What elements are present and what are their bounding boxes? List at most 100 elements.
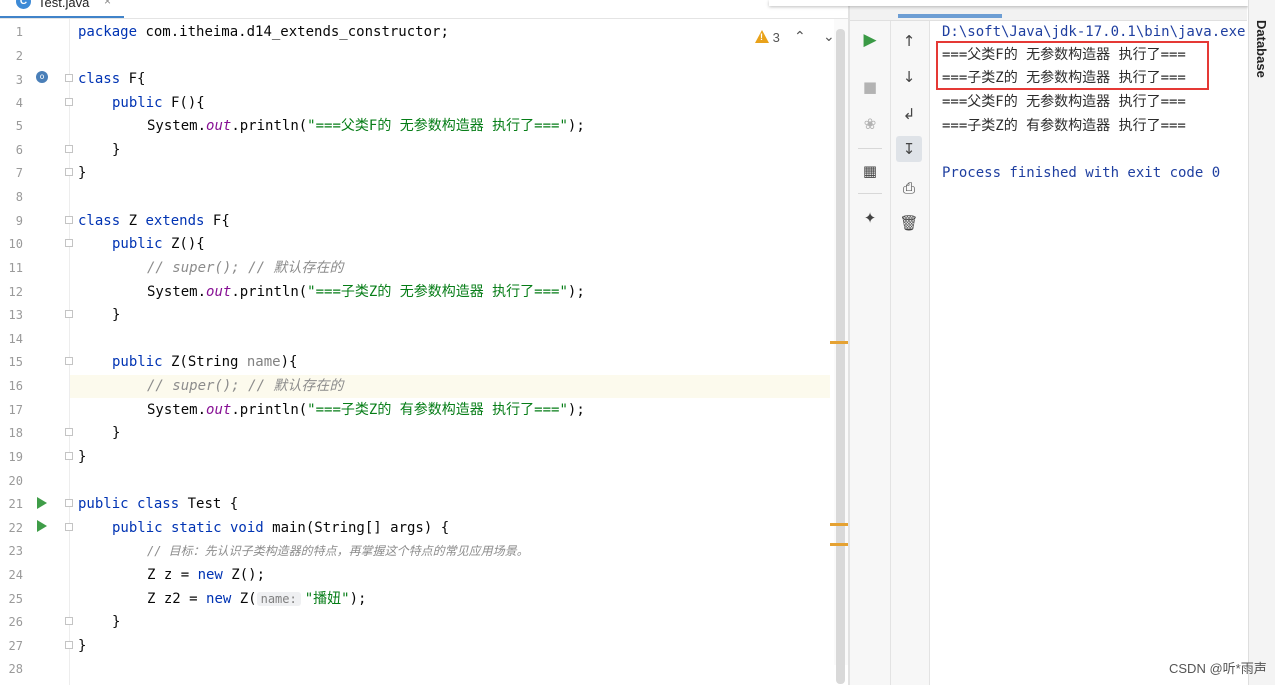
next-highlight-icon[interactable]: ⌄ bbox=[823, 29, 835, 45]
soft-wrap-icon[interactable]: ↲ bbox=[896, 101, 922, 127]
console-output[interactable]: D:\soft\Java\jdk-17.0.1\bin\java.exe ===… bbox=[930, 21, 1248, 685]
code-comment: // 目标：先认识子类构造器的特点，再掌握这个特点的常见应用场景。 bbox=[147, 544, 529, 558]
line-number: 5 bbox=[15, 119, 23, 133]
code-token: "===子类Z的 有参数构造器 执行了===" bbox=[307, 402, 568, 418]
code-token: Test { bbox=[179, 496, 239, 512]
code-token: package bbox=[78, 24, 138, 40]
top-popup-edge bbox=[769, 0, 1249, 6]
tab-test-java[interactable]: C Test.java × bbox=[0, 0, 124, 18]
code-line: public class Test { bbox=[78, 493, 238, 516]
code-token: out bbox=[206, 284, 232, 300]
code-line: } bbox=[112, 142, 121, 158]
right-tool-strip bbox=[1248, 0, 1275, 685]
active-tab-indicator bbox=[898, 14, 1002, 18]
toolbar-separator bbox=[858, 193, 882, 194]
code-token: class bbox=[78, 213, 121, 229]
fold-marker[interactable] bbox=[65, 145, 73, 153]
rerun-icon[interactable]: ▶ bbox=[857, 27, 883, 53]
inspection-warnings[interactable]: ! 3 bbox=[755, 30, 780, 48]
stop-icon[interactable]: ■ bbox=[857, 74, 883, 100]
fold-marker[interactable] bbox=[65, 74, 73, 82]
code-line: } bbox=[112, 307, 121, 323]
fold-marker[interactable] bbox=[65, 216, 73, 224]
code-token: ); bbox=[567, 284, 585, 300]
code-editor[interactable]: C Test.java × 1 2 3 4 5 6 7 8 9 10 11 12… bbox=[0, 0, 849, 685]
code-token: public class bbox=[78, 496, 180, 512]
warning-count: 3 bbox=[772, 30, 780, 45]
code-token: com.itheima.d14_extends_constructor; bbox=[137, 24, 449, 40]
warning-stripe[interactable] bbox=[830, 523, 848, 526]
code-token: System. bbox=[147, 284, 207, 300]
print-icon[interactable]: ⎙ bbox=[896, 175, 922, 201]
code-token: public bbox=[112, 354, 163, 370]
code-token: class bbox=[78, 71, 121, 87]
debug-settings-icon[interactable]: ❀ bbox=[857, 111, 883, 137]
java-class-icon: C bbox=[16, 0, 31, 9]
code-line: package com.itheima.d14_extends_construc… bbox=[78, 21, 449, 44]
pin-icon[interactable]: ✦ bbox=[857, 205, 883, 231]
code-token: "===父类F的 无参数构造器 执行了===" bbox=[307, 118, 568, 134]
line-number: 7 bbox=[15, 166, 23, 180]
code-token: "===子类Z的 无参数构造器 执行了===" bbox=[307, 284, 568, 300]
code-token: System. bbox=[147, 402, 207, 418]
fold-marker[interactable] bbox=[65, 357, 73, 365]
highlight-annotation-box bbox=[936, 41, 1209, 90]
line-number: 18 bbox=[8, 426, 23, 440]
editor-tab-bar: C Test.java × bbox=[0, 0, 849, 19]
fold-marker[interactable] bbox=[65, 428, 73, 436]
line-number: 2 bbox=[15, 49, 23, 63]
code-token: ); bbox=[349, 591, 367, 607]
fold-marker[interactable] bbox=[65, 452, 73, 460]
scroll-to-end-icon[interactable]: ↧ bbox=[896, 136, 922, 162]
arrow-down-icon[interactable]: ↓ bbox=[896, 64, 922, 90]
code-token: Z(){ bbox=[162, 236, 205, 252]
fold-marker[interactable] bbox=[65, 98, 73, 106]
fold-marker[interactable] bbox=[65, 641, 73, 649]
console-line: ===子类Z的 有参数构造器 执行了=== bbox=[942, 118, 1186, 134]
fold-marker[interactable] bbox=[65, 617, 73, 625]
code-token: extends bbox=[145, 213, 205, 229]
code-token: Z z2 = bbox=[147, 591, 207, 607]
overridden-method-icon[interactable]: o bbox=[36, 71, 48, 83]
close-icon[interactable]: × bbox=[104, 0, 111, 8]
run-class-icon[interactable] bbox=[37, 497, 47, 509]
run-main-icon[interactable] bbox=[37, 520, 47, 532]
code-line: class Z extends F{ bbox=[78, 210, 230, 233]
code-line: public static void main(String[] args) { bbox=[112, 517, 449, 540]
previous-highlight-icon[interactable]: ⌃ bbox=[794, 29, 806, 45]
line-number: 28 bbox=[8, 662, 23, 676]
code-line: class F{ bbox=[78, 68, 145, 91]
scrollbar-thumb[interactable] bbox=[836, 29, 845, 684]
console-line: ===父类F的 无参数构造器 执行了=== bbox=[942, 94, 1186, 110]
line-number: 13 bbox=[8, 308, 23, 322]
line-number: 22 bbox=[8, 521, 23, 535]
fold-marker[interactable] bbox=[65, 523, 73, 531]
fold-marker[interactable] bbox=[65, 168, 73, 176]
line-number: 9 bbox=[15, 214, 23, 228]
tab-label: Test.java bbox=[38, 0, 90, 10]
line-number: 21 bbox=[8, 497, 23, 511]
code-line: public Z(String name){ bbox=[112, 351, 297, 374]
code-comment: // super(); // 默认存在的 bbox=[147, 260, 344, 276]
watermark: CSDN @听*雨声 bbox=[1169, 661, 1267, 676]
code-line: System.out.println("===子类Z的 有参数构造器 执行了==… bbox=[147, 399, 585, 422]
code-token: public bbox=[112, 236, 163, 252]
run-toolbar-primary: ▶ ■ ❀ ▦ ✦ bbox=[850, 21, 891, 685]
fold-marker[interactable] bbox=[65, 499, 73, 507]
code-line: } bbox=[78, 449, 87, 465]
code-token: F(){ bbox=[162, 95, 205, 111]
line-number: 8 bbox=[15, 190, 23, 204]
trash-icon[interactable]: 🗑 bbox=[896, 210, 922, 236]
fold-marker[interactable] bbox=[65, 310, 73, 318]
warning-stripe[interactable] bbox=[830, 341, 848, 344]
database-tool-button[interactable]: Database bbox=[1254, 20, 1269, 78]
warning-stripe[interactable] bbox=[830, 543, 848, 546]
layout-icon[interactable]: ▦ bbox=[857, 158, 883, 184]
warning-icon: ! bbox=[755, 30, 769, 43]
line-number: 19 bbox=[8, 450, 23, 464]
code-token: public bbox=[112, 95, 163, 111]
toolbar-separator bbox=[858, 148, 882, 149]
fold-marker[interactable] bbox=[65, 239, 73, 247]
code-line: public Z(){ bbox=[112, 233, 205, 256]
arrow-up-icon[interactable]: ↑ bbox=[896, 28, 922, 54]
